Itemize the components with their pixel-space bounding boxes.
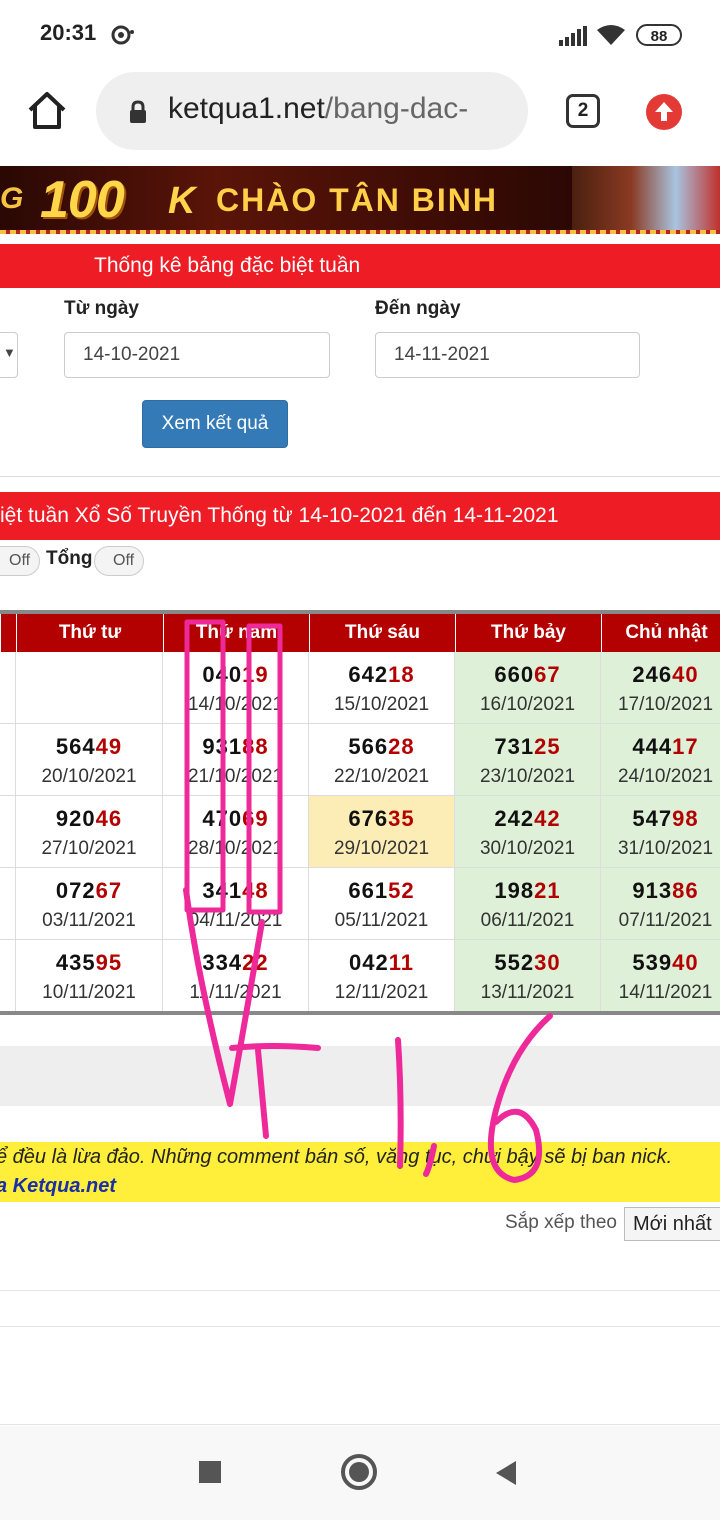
handwritten-annotation xyxy=(183,619,553,1183)
